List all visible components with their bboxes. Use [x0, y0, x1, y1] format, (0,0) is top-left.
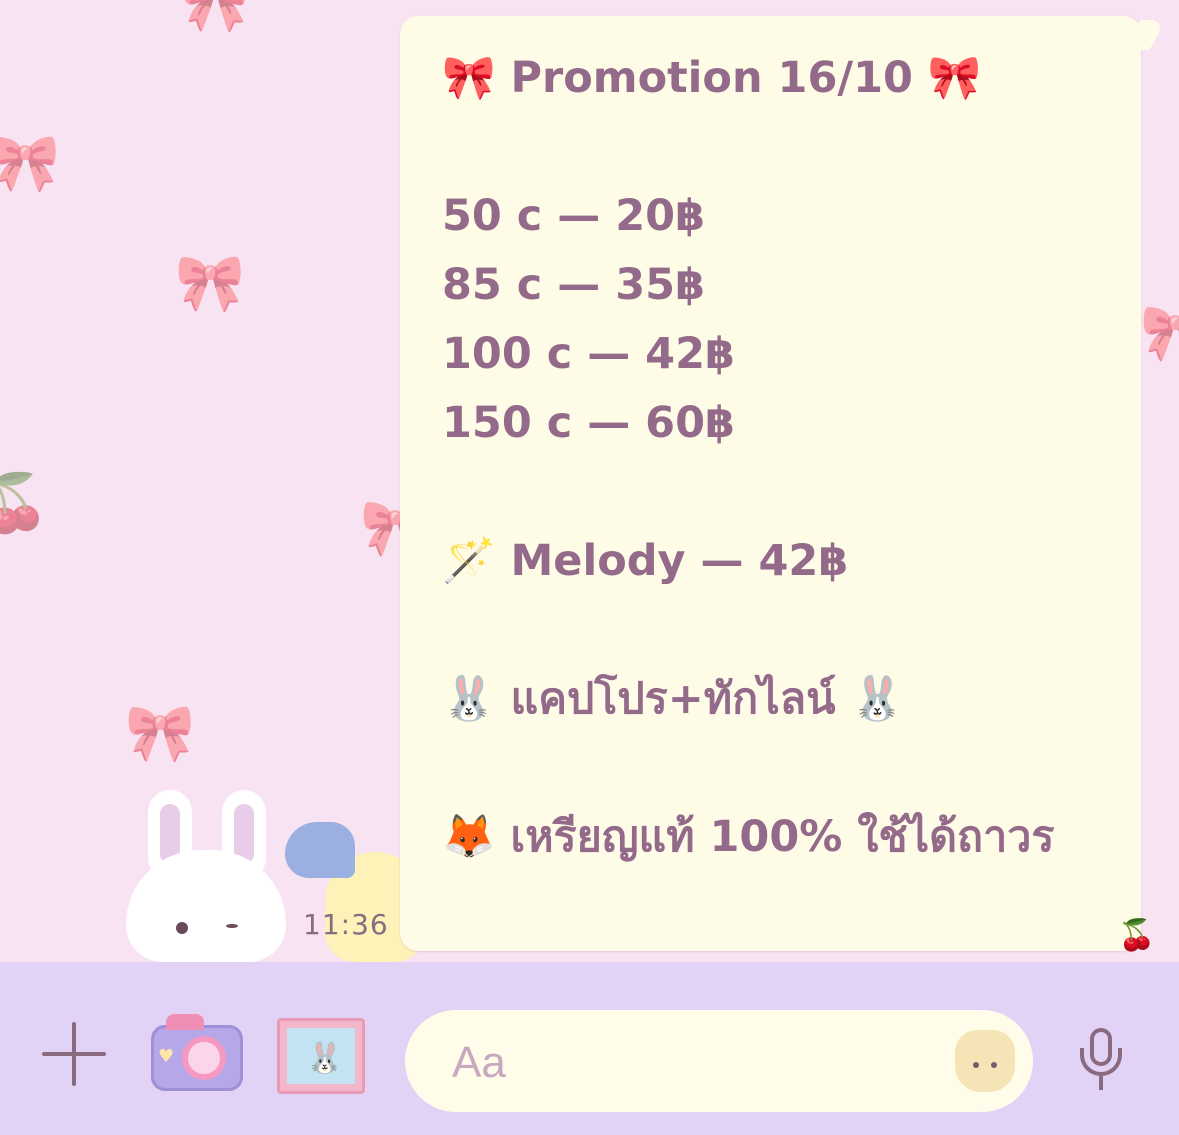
cherry-icon: 🍒 — [1118, 918, 1156, 953]
bow-decoration: 🎀 — [1140, 301, 1179, 366]
plus-icon[interactable] — [42, 1022, 106, 1086]
message-line-price: 150 c — 60฿ — [442, 398, 735, 448]
bow-decoration: 🎀 — [180, 0, 250, 36]
bow-decoration: 🎀 — [0, 131, 60, 196]
message-line-price: 50 c — 20฿ — [442, 191, 705, 241]
bow-decoration: 🎀 — [175, 251, 245, 316]
message-line-blank — [442, 596, 1132, 665]
message-line-title: 🎀 Promotion 16/10 🎀 — [442, 53, 982, 103]
message-line-blank — [442, 734, 1132, 803]
bunny-character-decoration — [126, 790, 286, 962]
message-input-placeholder: Aa — [452, 1038, 506, 1087]
message-line-price: 85 c — 35฿ — [442, 260, 705, 310]
bow-decoration: 🎀 — [125, 701, 195, 766]
gallery-icon[interactable]: 🐰 — [277, 1018, 365, 1094]
cherry-decoration: 🍒 — [0, 471, 50, 536]
message-timestamp: 11:36 — [303, 908, 389, 941]
message-line-price: 100 c — 42฿ — [442, 329, 735, 379]
message-line-melody: 🪄 Melody — 42฿ — [442, 536, 849, 586]
microphone-icon[interactable] — [1076, 1028, 1126, 1092]
message-text: 🎀 Promotion 16/10 🎀 50 c — 20฿ 85 c — 35… — [442, 44, 1132, 872]
message-line-blank — [442, 113, 1132, 182]
message-line-blank — [442, 458, 1132, 527]
sticker-icon[interactable] — [955, 1030, 1015, 1092]
camera-icon[interactable]: ♥ — [151, 1014, 243, 1091]
message-line-coins: 🦊 เหรียญแท้ 100% ใช้ได้ถาวร — [442, 812, 1055, 862]
message-line-capture: 🐰 แคปโปร+ทักไลน์ 🐰 — [442, 674, 905, 724]
